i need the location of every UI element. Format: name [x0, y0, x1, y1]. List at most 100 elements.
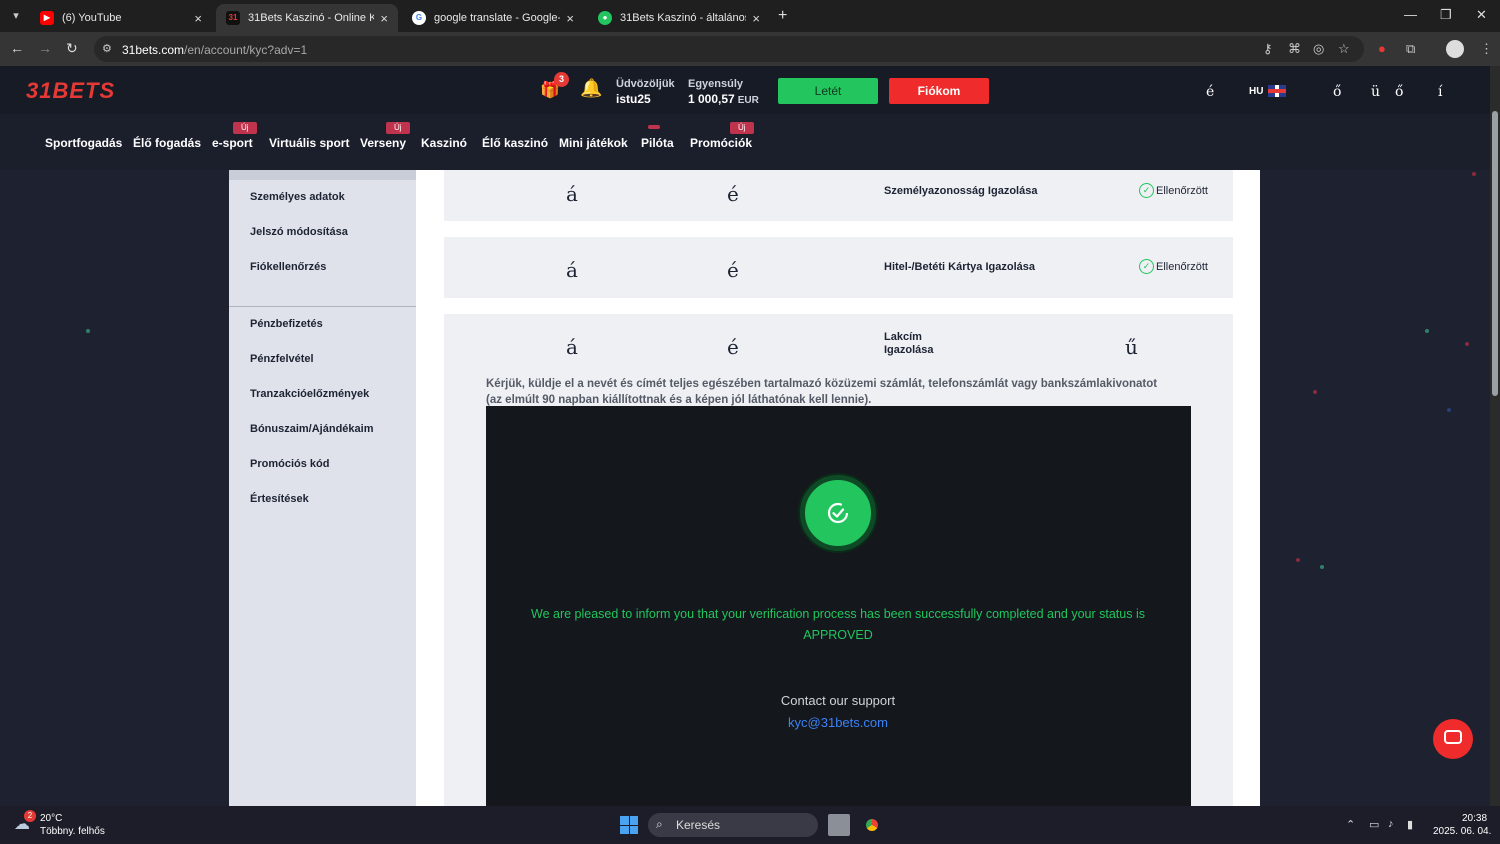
volume-icon[interactable]: ♪ [1388, 818, 1394, 830]
url-text: 31bets.com/en/account/kyc?adv=1 [122, 43, 308, 57]
sidebar-item-fiokellenorzes[interactable]: Fiókellenőrzés [250, 261, 326, 273]
page-scrollbar[interactable] [1490, 66, 1500, 806]
balance-value: 1 000,57 EUR [688, 92, 759, 106]
google-icon: G [412, 11, 426, 25]
taskbar-search[interactable]: ⌕ Keresés [648, 813, 818, 837]
sidebar-item-jelszo-modositasa[interactable]: Jelszó módosítása [250, 226, 348, 238]
reload-icon[interactable]: ↻ [66, 40, 78, 57]
url-field[interactable]: ⚙ 31bets.com/en/account/kyc?adv=1 [94, 36, 1364, 62]
site-logo[interactable]: 31BETS [26, 78, 115, 104]
windows-taskbar: ☁ 2 20°C Többny. felhős ⌕ Keresés ⌃ ▭ ♪ … [0, 806, 1500, 844]
tab-google-translate[interactable]: G google translate - Google-kere × [402, 4, 584, 32]
task-view-icon[interactable] [828, 814, 850, 836]
clock-time[interactable]: 20:38 [1462, 813, 1487, 824]
minimize-icon[interactable]: — [1404, 7, 1417, 22]
deposit-button[interactable]: Letét [778, 78, 878, 104]
eye-off-icon[interactable]: ◎ [1313, 41, 1324, 57]
decor-dot [1425, 329, 1429, 333]
profile-avatar[interactable] [1446, 40, 1464, 58]
window-close-icon[interactable]: ✕ [1476, 7, 1487, 23]
restore-icon[interactable]: ❐ [1440, 7, 1452, 23]
weather-temperature[interactable]: 20°C [40, 813, 62, 824]
new-badge: Új [730, 122, 754, 134]
new-badge: Új [233, 122, 257, 134]
site-header: 31BETS 🎁 3 🔔 Üdvözöljük istu25 Egyensúly… [0, 66, 1490, 114]
close-icon[interactable]: × [380, 11, 388, 26]
header-glyph-icon[interactable]: ő [1395, 84, 1403, 100]
kyc-row-title: Személyazonosság Igazolása [884, 185, 1038, 197]
nav-elo-kaszino[interactable]: Élő kaszinó [482, 136, 548, 150]
password-key-icon[interactable]: ⚷ [1263, 41, 1273, 57]
kyc-glyph-icon: é [727, 258, 739, 282]
language-selector[interactable]: HU [1249, 86, 1263, 97]
gift-icon[interactable]: 🎁 [540, 80, 560, 99]
header-glyph-icon[interactable]: é [1206, 84, 1214, 100]
sidebar-item-tranzakcioelozmenyek[interactable]: Tranzakcióelőzmények [250, 388, 369, 400]
address-bar-row: ← → ↻ ⚙ 31bets.com/en/account/kyc?adv=1 … [0, 32, 1500, 66]
tab-label: (6) YouTube [62, 12, 122, 24]
chat-icon: ● [598, 11, 612, 25]
clock-date[interactable]: 2025. 06. 04. [1433, 826, 1491, 837]
decor-dot [1313, 390, 1317, 394]
live-chat-button[interactable] [1433, 719, 1473, 759]
close-icon[interactable]: × [566, 11, 574, 26]
sidebar-item-promocios-kod[interactable]: Promóciós kód [250, 458, 329, 470]
close-icon[interactable]: × [752, 11, 760, 26]
nav-sportfogadas[interactable]: Sportfogadás [45, 136, 122, 150]
nav-kaszino[interactable]: Kaszinó [421, 136, 467, 150]
network-icon[interactable]: ▭ [1369, 818, 1379, 831]
windows-start-icon[interactable] [620, 816, 638, 834]
support-email-link[interactable]: kyc@31bets.com [686, 715, 990, 730]
nav-virtualis-sport[interactable]: Virtuális sport [269, 136, 349, 150]
new-badge: Új [386, 122, 410, 134]
my-account-button[interactable]: Fiókom [889, 78, 989, 104]
username: istu25 [616, 92, 651, 106]
battery-icon[interactable]: ▮ [1407, 818, 1413, 831]
nav-mini-jatekok[interactable]: Mini játékok [559, 136, 628, 150]
31bets-icon: 31 [226, 11, 240, 25]
sidebar-item-penzbefizetes[interactable]: Pénzbefizetés [250, 318, 323, 330]
chrome-icon[interactable] [861, 814, 883, 836]
extensions-puzzle-icon[interactable]: ⧉ [1406, 41, 1415, 57]
sidebar-item-ertesitesek[interactable]: Értesítések [250, 493, 309, 505]
tab-31bets-active[interactable]: 31 31Bets Kaszinó - Online Kaszinó × [216, 4, 398, 32]
browser-menu-icon[interactable]: ⋮ [1480, 41, 1493, 57]
header-glyph-icon[interactable]: ü [1371, 84, 1380, 100]
sidebar-top-strip [229, 170, 416, 180]
tab-label: google translate - Google-kere [434, 12, 560, 24]
tab-31bets-chat[interactable]: ● 31Bets Kaszinó - általános besz × [588, 4, 770, 32]
nav-promociok[interactable]: Promóciók [690, 136, 752, 150]
bookmark-star-icon[interactable]: ☆ [1338, 41, 1350, 57]
close-icon[interactable]: × [194, 11, 202, 26]
back-icon[interactable]: ← [10, 40, 24, 56]
nav-pilota[interactable]: Pilóta [641, 136, 674, 150]
uk-flag-icon[interactable] [1268, 85, 1286, 97]
kyc-glyph-icon: á [566, 182, 578, 206]
nav-esport[interactable]: e-sport [212, 136, 253, 150]
sidebar-item-penzfelvetel[interactable]: Pénzfelvétel [250, 353, 314, 365]
header-glyph-icon[interactable]: í [1438, 84, 1442, 100]
translate-icon[interactable]: ⌘ [1288, 41, 1301, 57]
sidebar-item-szemelyes-adatok[interactable]: Személyes adatok [250, 191, 345, 203]
scrollbar-thumb[interactable] [1492, 111, 1498, 396]
support-label: Contact our support [780, 693, 896, 708]
check-icon: ✓ [1139, 259, 1154, 274]
site-info-icon[interactable]: ⚙ [102, 42, 112, 55]
nav-elo-fogadas[interactable]: Élő fogadás [133, 136, 201, 150]
kyc-glyph-icon: é [727, 335, 739, 359]
balance-label: Egyensúly [688, 78, 744, 90]
tab-youtube[interactable]: ▶ (6) YouTube × [30, 4, 212, 32]
approved-message: We are pleased to inform you that your v… [531, 607, 1145, 642]
header-glyph-icon[interactable]: ő [1333, 84, 1341, 100]
extension-badge-icon[interactable]: ● [1378, 41, 1386, 56]
sidebar-item-bonuszaim[interactable]: Bónuszaim/Ajándékaim [250, 423, 373, 435]
nav-verseny[interactable]: Verseny [360, 136, 406, 150]
forward-icon[interactable]: → [38, 40, 52, 56]
youtube-icon: ▶ [40, 11, 54, 25]
approved-check-icon [800, 475, 876, 551]
new-tab-icon[interactable]: + [778, 7, 787, 25]
weather-description[interactable]: Többny. felhős [40, 826, 105, 837]
tray-chevron-icon[interactable]: ⌃ [1346, 818, 1355, 831]
tab-search-menu-icon[interactable]: ▾ [6, 6, 26, 26]
bell-icon[interactable]: 🔔 [580, 78, 602, 99]
